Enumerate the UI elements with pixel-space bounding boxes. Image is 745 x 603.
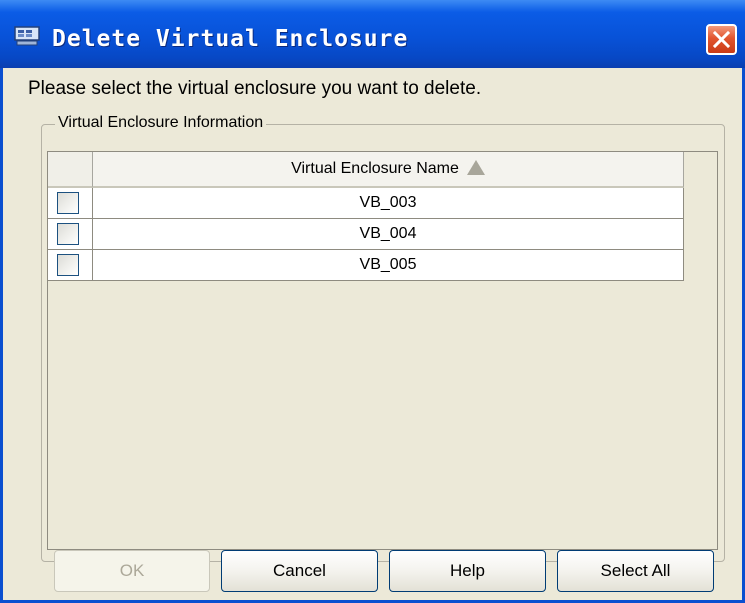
column-header-label: Virtual Enclosure Name: [291, 160, 459, 177]
title-bar[interactable]: Delete Virtual Enclosure: [0, 0, 745, 68]
enclosure-table: Virtual Enclosure Name VB_003 VB_004 VB_…: [47, 151, 718, 550]
select-all-button[interactable]: Select All: [557, 550, 714, 592]
row-checkbox[interactable]: [57, 192, 79, 214]
ok-button[interactable]: OK: [54, 550, 210, 592]
row-checkbox-cell: [48, 188, 93, 218]
row-checkbox[interactable]: [57, 223, 79, 245]
table-row[interactable]: VB_005: [48, 250, 684, 281]
close-x-icon: [712, 30, 731, 49]
help-button[interactable]: Help: [389, 550, 546, 592]
enclosure-name-cell: VB_005: [93, 250, 684, 280]
close-button[interactable]: [706, 24, 737, 55]
group-label: Virtual Enclosure Information: [55, 114, 267, 132]
instruction-text: Please select the virtual enclosure you …: [28, 78, 482, 99]
enclosure-app-icon: [14, 26, 40, 46]
sort-ascending-icon: [466, 159, 485, 175]
enclosure-name-cell: VB_003: [93, 188, 684, 218]
table-row[interactable]: VB_004: [48, 219, 684, 250]
table-header-row: Virtual Enclosure Name: [48, 152, 684, 188]
column-header-enclosure-name[interactable]: Virtual Enclosure Name: [93, 152, 684, 188]
row-checkbox[interactable]: [57, 254, 79, 276]
row-checkbox-cell: [48, 219, 93, 249]
checkbox-column-header[interactable]: [48, 152, 93, 188]
enclosure-name-cell: VB_004: [93, 219, 684, 249]
dialog-title: Delete Virtual Enclosure: [52, 26, 409, 52]
cancel-button[interactable]: Cancel: [221, 550, 378, 592]
row-checkbox-cell: [48, 250, 93, 280]
table-row[interactable]: VB_003: [48, 188, 684, 219]
delete-virtual-enclosure-dialog: Delete Virtual Enclosure Please select t…: [0, 0, 745, 603]
